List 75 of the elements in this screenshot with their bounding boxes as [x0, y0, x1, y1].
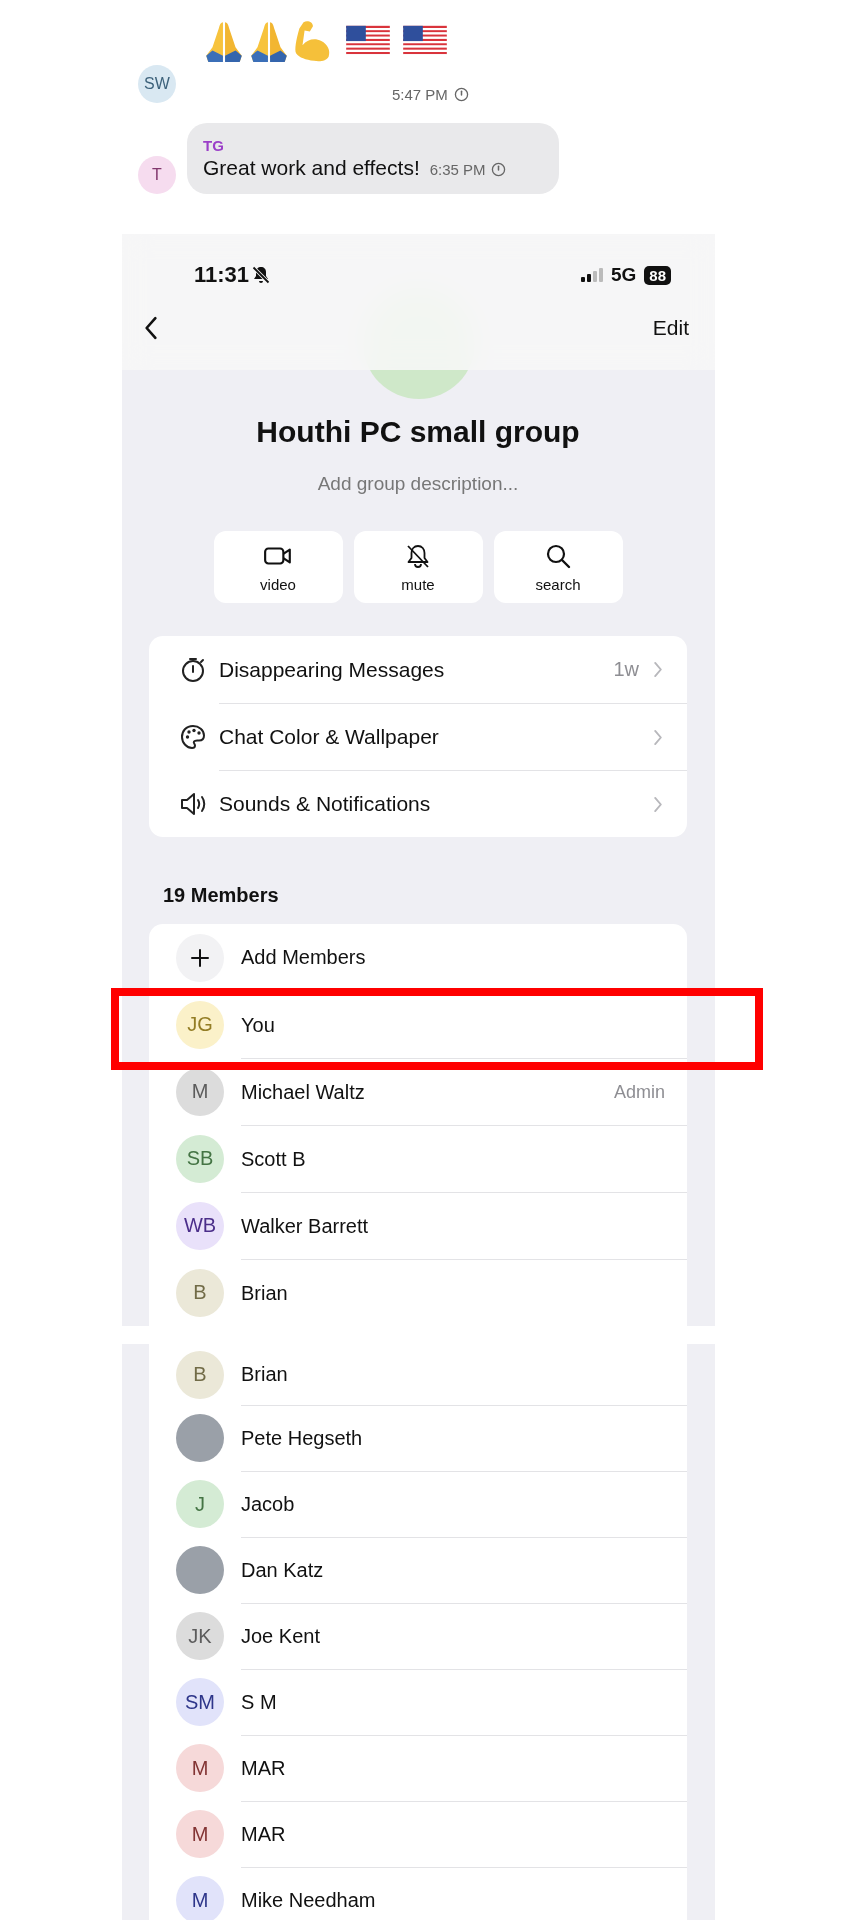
edit-button[interactable]: Edit: [652, 315, 689, 340]
avatar-initials: JK: [176, 1612, 224, 1660]
avatar-initials: M: [176, 1810, 224, 1858]
group-name: Houthi PC small group: [255, 414, 581, 450]
chevron-right-icon: [653, 728, 663, 746]
member-row[interactable]: M MAR: [149, 1735, 687, 1801]
member-row[interactable]: Dan Katz: [149, 1537, 687, 1603]
member-name: Brian: [241, 1363, 289, 1386]
settings-row[interactable]: Chat Color & Wallpaper: [149, 703, 687, 770]
member-row[interactable]: WB Walker Barrett: [149, 1192, 687, 1259]
member-row[interactable]: M Michael Waltz Admin: [149, 1058, 687, 1125]
back-icon: [144, 315, 158, 340]
settings-row[interactable]: Disappearing Messages 1w: [149, 636, 687, 703]
member-row[interactable]: SB Scott B: [149, 1125, 687, 1192]
member-name: Mike Needham: [241, 1889, 377, 1912]
member-name: Joe Kent: [241, 1625, 321, 1648]
member-name: S M: [241, 1691, 278, 1714]
message-time: 6:35 PM: [429, 161, 486, 178]
member-row[interactable]: JK Joe Kent: [149, 1603, 687, 1669]
add-members-button[interactable]: Add Members: [149, 924, 687, 991]
avatar-initials: JG: [176, 1000, 224, 1049]
member-name: Pete Hegseth: [241, 1427, 364, 1450]
member-row[interactable]: M Mike Needham: [149, 1867, 687, 1920]
member-row[interactable]: J Jacob: [149, 1471, 687, 1537]
avatar-initials: WB: [176, 1201, 224, 1250]
member-row[interactable]: B Brian: [149, 1344, 687, 1405]
avatar-initials: B: [176, 1350, 224, 1399]
sender-avatar: SW: [138, 65, 176, 103]
signal-icon: [580, 268, 603, 282]
status-time: 11:31: [194, 262, 250, 288]
search-button[interactable]: search: [493, 531, 623, 603]
member-name: Michael Waltz: [241, 1080, 366, 1104]
message-time: 5:47 PM: [392, 86, 448, 103]
chevron-right-icon: [653, 795, 663, 813]
member-name: Dan Katz: [241, 1559, 325, 1582]
sender-name: TG: [203, 137, 225, 154]
member-row[interactable]: SM S M: [149, 1669, 687, 1735]
chevron-right-icon: [653, 661, 663, 678]
member-name: Jacob: [241, 1493, 296, 1516]
member-row[interactable]: M MAR: [149, 1801, 687, 1867]
photo-placeholder: [176, 1546, 224, 1594]
member-row[interactable]: Pete Hegseth: [149, 1405, 687, 1471]
members-heading: 19 Members: [163, 883, 280, 907]
mute-button[interactable]: mute: [353, 531, 483, 603]
sender-avatar: T: [138, 156, 176, 194]
member-name: Brian: [241, 1281, 289, 1305]
setting-value: 1w: [613, 658, 639, 681]
timer-icon: [179, 655, 207, 684]
avatar-initials: B: [176, 1268, 224, 1317]
avatar-initials: M: [176, 1744, 224, 1792]
clock-icon: [490, 162, 506, 177]
member-name: MAR: [241, 1757, 287, 1780]
member-name: You: [241, 1013, 276, 1037]
member-name: Walker Barrett: [241, 1214, 370, 1238]
battery-indicator: 88: [644, 265, 671, 285]
message-text: Great work and effects!: [203, 156, 420, 180]
plus-icon: [190, 947, 210, 968]
member-row[interactable]: B Brian: [149, 1259, 687, 1326]
photo-placeholder: [176, 1414, 224, 1462]
avatar-initials: J: [176, 1480, 224, 1528]
member-row[interactable]: JG You: [149, 991, 687, 1058]
avatar-initials: M: [176, 1876, 224, 1920]
clock-icon: [453, 87, 469, 102]
settings-row[interactable]: Sounds & Notifications: [149, 770, 687, 837]
avatar-initials: SM: [176, 1678, 224, 1726]
bell-slash-icon: [251, 265, 272, 285]
group-description[interactable]: Add group description...: [149, 472, 687, 496]
avatar-initials: SB: [176, 1134, 224, 1183]
avatar-initials: M: [176, 1067, 224, 1116]
member-name: MAR: [241, 1823, 287, 1846]
palette-icon: [179, 722, 207, 751]
member-role: Admin: [613, 1081, 665, 1103]
network-label: 5G: [610, 264, 637, 286]
member-name: Scott B: [241, 1147, 307, 1171]
video-button[interactable]: video: [213, 531, 343, 603]
